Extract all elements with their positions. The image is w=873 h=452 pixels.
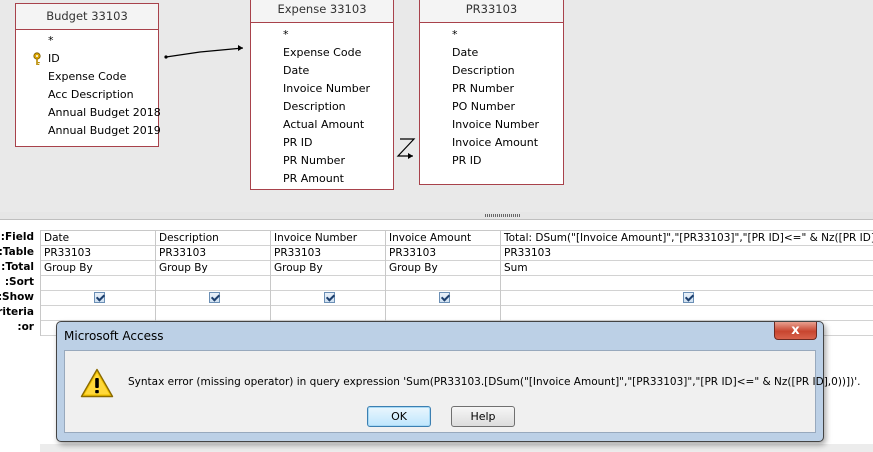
field-item[interactable]: PR ID: [420, 152, 563, 170]
row-label-field: Field:: [0, 231, 34, 243]
warning-icon: [80, 368, 114, 398]
row-label-sort: Sort:: [4, 276, 34, 288]
grid-row-criteria: [40, 306, 873, 321]
grid-cell-total[interactable]: Group By: [40, 261, 155, 276]
table-title[interactable]: Budget 33103: [16, 4, 158, 30]
grid-cell-table[interactable]: PR33103: [270, 246, 385, 261]
field-item-key[interactable]: ID: [16, 50, 158, 68]
field-item[interactable]: Expense Code: [16, 68, 158, 86]
grid-row-show: [40, 291, 873, 306]
show-checkbox[interactable]: [439, 292, 450, 303]
grid-cell-criteria[interactable]: [155, 306, 270, 321]
grid-cell-sort[interactable]: [500, 276, 873, 291]
primary-key-icon: [33, 52, 41, 65]
grid-cell-show: [385, 291, 500, 306]
close-button[interactable]: x: [774, 322, 817, 340]
dialog-title: Microsoft Access: [64, 329, 164, 343]
field-item[interactable]: Date: [251, 62, 393, 80]
row-label-show: Show:: [0, 291, 34, 303]
grid-cell-show: [270, 291, 385, 306]
table-budget-33103[interactable]: Budget 33103 * ID Expense Code Acc Descr…: [15, 3, 161, 147]
row-label-or: or:: [17, 321, 34, 333]
grid-cell-table[interactable]: PR33103: [385, 246, 500, 261]
grid-cell-criteria[interactable]: [40, 306, 155, 321]
show-checkbox[interactable]: [324, 292, 335, 303]
field-item[interactable]: Invoice Number: [420, 116, 563, 134]
field-item[interactable]: PR Amount: [251, 170, 393, 188]
field-item[interactable]: Invoice Amount: [420, 134, 563, 152]
table-pr33103[interactable]: PR33103 * Date Description PR Number PO …: [419, 0, 564, 185]
close-icon: x: [791, 323, 800, 338]
field-item[interactable]: *: [420, 26, 563, 44]
field-item[interactable]: Invoice Number: [251, 80, 393, 98]
field-item[interactable]: PO Number: [420, 98, 563, 116]
ok-button[interactable]: OK: [367, 406, 431, 427]
field-item[interactable]: Actual Amount: [251, 116, 393, 134]
grid-cell-table[interactable]: PR33103: [500, 246, 873, 261]
grid-cell-field[interactable]: Description: [155, 231, 270, 246]
grid-cell-sort[interactable]: [40, 276, 155, 291]
splitter-grip-icon[interactable]: [485, 214, 521, 217]
grid-cell-criteria[interactable]: [385, 306, 500, 321]
grid-cell-field[interactable]: Invoice Amount: [385, 231, 500, 246]
field-item[interactable]: Annual Budget 2018: [16, 104, 161, 122]
grid-cell-field[interactable]: Total: DSum("[Invoice Amount]","[PR33103…: [500, 231, 873, 246]
show-checkbox[interactable]: [94, 292, 105, 303]
query-design-pane[interactable]: Budget 33103 * ID Expense Code Acc Descr…: [0, 0, 873, 213]
horizontal-scrollbar[interactable]: [40, 444, 873, 452]
field-item[interactable]: Description: [420, 62, 563, 80]
show-checkbox[interactable]: [683, 292, 694, 303]
grid-cell-sort[interactable]: [270, 276, 385, 291]
grid-row-table: PR33103 PR33103 PR33103 PR33103 PR33103: [40, 246, 873, 261]
help-button[interactable]: Help: [451, 406, 515, 427]
table-title[interactable]: Expense 33103: [251, 0, 393, 23]
grid-cell-field[interactable]: Date: [40, 231, 155, 246]
row-label-criteria: Criteria:: [0, 306, 34, 318]
error-message: Syntax error (missing operator) in query…: [128, 376, 861, 388]
grid-cell-criteria[interactable]: [270, 306, 385, 321]
field-item[interactable]: PR Number: [251, 152, 393, 170]
field-label: ID: [48, 52, 60, 65]
grid-cell-field[interactable]: Invoice Number: [270, 231, 385, 246]
grid-cell-show: [155, 291, 270, 306]
field-item[interactable]: Annual Budget 2019: [16, 122, 161, 140]
row-label-table: Table:: [0, 246, 34, 258]
pane-splitter[interactable]: [0, 212, 873, 220]
grid-row-field: Date Description Invoice Number Invoice …: [40, 231, 873, 246]
grid-cell-sort[interactable]: [155, 276, 270, 291]
grid-cell-show: [40, 291, 155, 306]
error-dialog[interactable]: Microsoft Access x Syntax error (missing…: [56, 321, 860, 442]
grid-cell-sort[interactable]: [385, 276, 500, 291]
row-label-total: Total:: [1, 261, 34, 273]
field-item[interactable]: Description: [251, 98, 393, 116]
grid-cell-total[interactable]: Group By: [385, 261, 500, 276]
grid-cell-total[interactable]: Group By: [155, 261, 270, 276]
grid-cell-total[interactable]: Group By: [270, 261, 385, 276]
field-item[interactable]: PR ID: [251, 134, 393, 152]
field-item[interactable]: *: [16, 32, 158, 50]
field-item[interactable]: Date: [420, 44, 563, 62]
grid-row-sort: [40, 276, 873, 291]
show-checkbox[interactable]: [209, 292, 220, 303]
dialog-titlebar[interactable]: Microsoft Access x: [57, 322, 823, 350]
grid-cell-total[interactable]: Sum: [500, 261, 873, 276]
field-item[interactable]: Acc Description: [16, 86, 158, 104]
field-item[interactable]: *: [251, 26, 393, 44]
table-title[interactable]: PR33103: [420, 0, 563, 23]
grid-cell-criteria[interactable]: [500, 306, 873, 321]
field-item[interactable]: PR Number: [420, 80, 563, 98]
field-item[interactable]: Expense Code: [251, 44, 393, 62]
grid-cell-table[interactable]: PR33103: [155, 246, 270, 261]
grid-row-headers: Field: Table: Total: Sort: Show: Criteri…: [0, 230, 38, 335]
table-expense-33103[interactable]: Expense 33103 * Expense Code Date Invoic…: [250, 0, 394, 190]
grid-cell-show: [500, 291, 873, 306]
dialog-body: Syntax error (missing operator) in query…: [64, 350, 860, 433]
grid-row-total: Group By Group By Group By Group By Sum: [40, 261, 873, 276]
grid-cell-table[interactable]: PR33103: [40, 246, 155, 261]
